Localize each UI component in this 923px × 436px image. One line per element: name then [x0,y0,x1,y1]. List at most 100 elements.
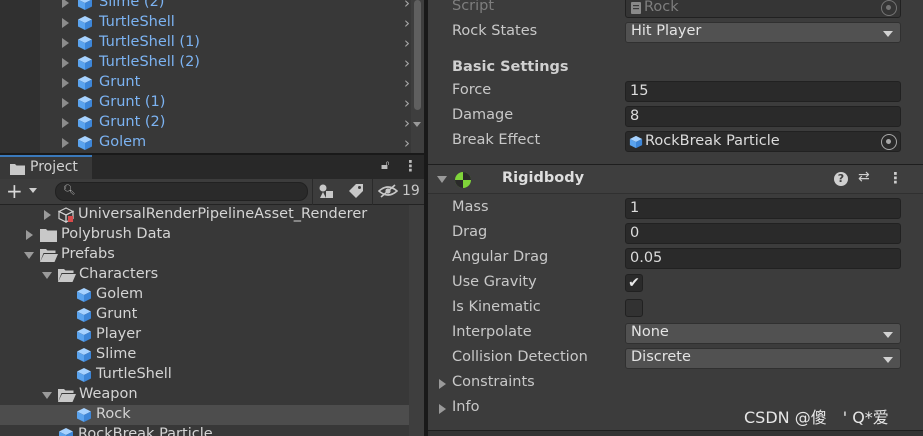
constraints-foldout[interactable]: Constraints [452,374,535,390]
project-search[interactable]: 🔍︎ [55,182,308,201]
project-panel: Project 🔓︎ ⋮ + 🔍︎ 19 UniversalRenderPipe… [0,155,424,436]
hierarchy-item-label: Grunt (1) [99,94,166,110]
chevron-right-icon[interactable]: › [404,74,410,92]
scroll-down-icon[interactable] [413,122,421,127]
prefab-cube-icon [78,76,92,90]
rock-states-dropdown[interactable]: Hit Player [625,22,901,43]
prefab-cube-icon [78,36,92,50]
collision-detection-dropdown[interactable]: Discrete [625,348,901,369]
use-gravity-checkbox[interactable]: ✔ [625,274,643,292]
folder-open-icon [58,269,76,282]
search-by-type-button[interactable] [316,183,336,201]
angular-drag-field[interactable]: 0.05 [625,248,901,269]
mass-label[interactable]: Mass [452,199,489,215]
collision-detection-value: Discrete [631,349,691,365]
damage-field[interactable]: 8 [625,106,901,127]
drag-field[interactable]: 0 [625,223,901,244]
tree-item[interactable]: Characters [0,265,409,285]
dropdown-caret-icon[interactable] [29,188,37,193]
expand-arrow-icon[interactable] [62,0,69,8]
add-button[interactable]: + [6,180,23,202]
tree-item[interactable]: Player [0,325,409,345]
hierarchy-item[interactable]: Slime (2) › [40,0,412,13]
is-kinematic-checkbox[interactable] [625,299,643,317]
expand-arrow-icon[interactable] [62,138,69,148]
presets-icon[interactable]: ⇄ [858,169,870,185]
collapse-arrow-icon[interactable] [437,176,447,183]
search-input[interactable] [78,184,303,199]
prefab-cube-icon [629,135,643,149]
object-picker-icon[interactable] [881,134,897,150]
expand-arrow-icon[interactable] [44,210,51,220]
expand-arrow-icon[interactable] [62,118,69,128]
help-icon[interactable]: ? [834,172,848,186]
chevron-right-icon[interactable]: › [404,94,410,112]
hierarchy-item[interactable]: Golem › [40,133,412,153]
chevron-right-icon[interactable]: › [404,0,410,12]
rock-states-value: Hit Player [631,23,702,39]
search-by-label-button[interactable] [346,183,366,201]
project-folder-tree: UniversalRenderPipelineAsset_Renderer Po… [0,205,409,436]
expand-arrow-icon[interactable] [62,98,69,108]
is-kinematic-label: Is Kinematic [452,299,541,315]
hierarchy-item-label: Slime (2) [99,0,165,10]
tree-item-selected[interactable]: Rock [0,405,409,425]
tree-item[interactable]: RockBreak Particle [0,425,409,436]
hierarchy-scrollbar[interactable] [411,0,424,153]
collapse-arrow-icon[interactable] [24,252,34,259]
expand-arrow-icon[interactable] [26,230,33,240]
tree-item[interactable]: Golem [0,285,409,305]
scrollbar-thumb[interactable] [414,0,421,110]
drag-label[interactable]: Drag [452,224,487,240]
hierarchy-item[interactable]: TurtleShell (1) › [40,33,412,53]
damage-label[interactable]: Damage [452,107,513,123]
expand-arrow-icon[interactable] [62,58,69,68]
force-label[interactable]: Force [452,82,491,98]
hidden-packages-toggle[interactable]: 19 [377,183,424,201]
angular-drag-label[interactable]: Angular Drag [452,249,548,265]
tree-item[interactable]: Weapon [0,385,409,405]
break-effect-value: RockBreak Particle [645,133,780,149]
lock-icon[interactable]: 🔓︎ [381,158,389,173]
tree-item[interactable]: Grunt [0,305,409,325]
tree-item[interactable]: Slime [0,345,409,365]
chevron-right-icon[interactable]: › [404,14,410,32]
collapse-arrow-icon[interactable] [42,392,52,399]
hierarchy-gutter [0,0,40,153]
kebab-menu-icon[interactable]: ⋮ [403,157,418,175]
break-effect-field[interactable]: RockBreak Particle [625,131,901,152]
info-foldout[interactable]: Info [452,399,479,415]
collapse-arrow-icon[interactable] [42,272,52,279]
expand-arrow-icon[interactable] [62,18,69,28]
force-field[interactable]: 15 [625,81,901,102]
hierarchy-item[interactable]: Grunt › [40,73,412,93]
tree-item[interactable]: UniversalRenderPipelineAsset_Renderer [0,205,409,225]
basic-settings-header: Basic Settings [452,59,569,75]
expand-arrow-icon[interactable] [439,404,446,414]
folder-icon [40,229,57,242]
chevron-right-icon[interactable]: › [404,114,410,132]
chevron-right-icon[interactable]: › [404,134,410,152]
tab-project[interactable]: Project [0,155,92,179]
mass-field[interactable]: 1 [625,198,901,219]
project-tree-scrollbar[interactable] [409,205,424,436]
tree-item[interactable]: Polybrush Data [0,225,409,245]
next-component-header [428,430,923,436]
chevron-right-icon[interactable]: › [404,54,410,72]
tree-item-label: Polybrush Data [61,226,172,242]
tree-item[interactable]: TurtleShell [0,365,409,385]
interpolate-dropdown[interactable]: None [625,323,901,344]
hierarchy-item[interactable]: TurtleShell › [40,13,412,33]
hierarchy-item[interactable]: Grunt (2) › [40,113,412,133]
kebab-menu-icon[interactable]: ⋮ [888,169,903,187]
hierarchy-item[interactable]: Grunt (1) › [40,93,412,113]
expand-arrow-icon[interactable] [439,379,446,389]
rigidbody-component-header[interactable]: Rigidbody ? ⇄ ⋮ [428,164,923,194]
hierarchy-item[interactable]: TurtleShell (2) › [40,53,412,73]
search-icon: 🔍︎ [63,185,76,196]
chevron-right-icon[interactable]: › [404,34,410,52]
tree-item[interactable]: Prefabs [0,245,409,265]
expand-arrow-icon[interactable] [62,38,69,48]
expand-arrow-icon[interactable] [62,78,69,88]
tree-item-label: Golem [96,286,144,302]
